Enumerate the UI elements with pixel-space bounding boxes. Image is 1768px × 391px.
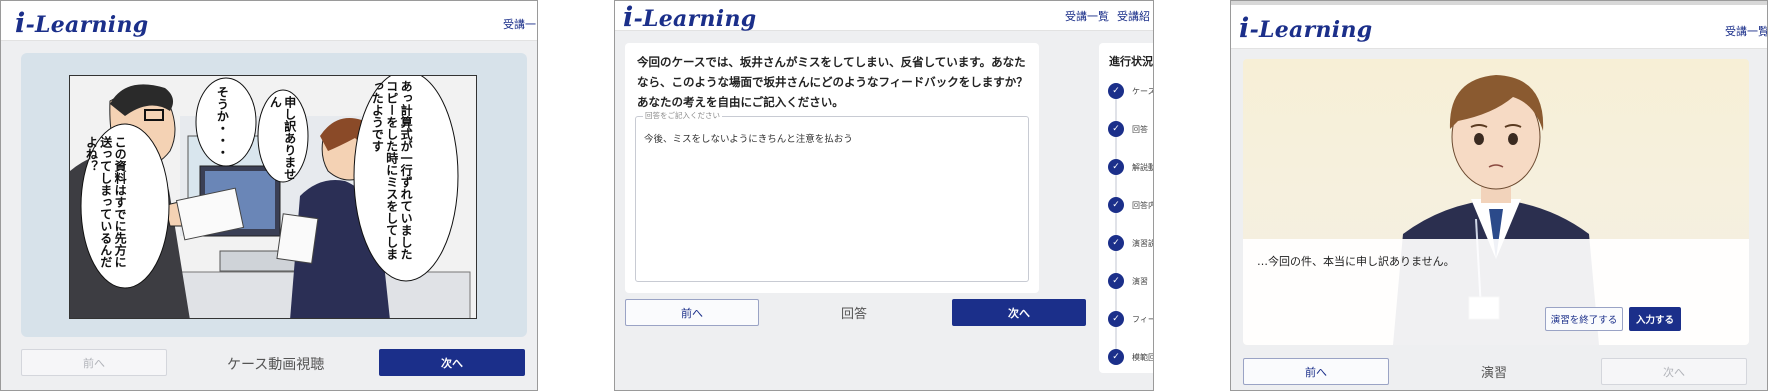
answer-value: 今後、ミスをしないようにきちんと注意を払おう: [644, 134, 853, 145]
speech-bubble: 申し訳ありません: [268, 96, 297, 180]
logo-mark: i: [15, 8, 26, 39]
step-label: ケース動画視聴: [227, 357, 325, 373]
prev-button[interactable]: 前へ: [1243, 358, 1389, 385]
next-button[interactable]: 次へ: [1601, 358, 1747, 385]
logo-text: -Learning: [1249, 17, 1373, 43]
logo[interactable]: i-Learning: [623, 2, 756, 33]
next-button[interactable]: 次へ: [379, 349, 525, 376]
speech-bubble: この資料はすでに先方に送ってしまっているんだよね？: [84, 136, 128, 268]
check-icon: ✓: [1108, 349, 1124, 365]
logo[interactable]: i-Learning: [1239, 13, 1372, 44]
header: i-Learning 受講一覧: [1231, 1, 1767, 49]
next-button[interactable]: 次へ: [952, 299, 1086, 326]
logo[interactable]: i-Learning: [15, 8, 148, 39]
check-icon: ✓: [1108, 83, 1124, 99]
nav-course-intro[interactable]: 受講紹: [1117, 8, 1150, 24]
header: i-Learning 受講一: [1, 1, 537, 41]
question-card: 今回のケースでは、坂井さんがミスをしてしまい、反省しています。あなたなら、このよ…: [625, 43, 1039, 293]
nav-course-list[interactable]: 受講一覧: [1065, 8, 1109, 24]
check-icon: ✓: [1108, 311, 1124, 327]
screen-answer: i-Learning 受講一覧 受講紹 今回のケースでは、坂井さんがミスをしてし…: [614, 0, 1154, 391]
screen-exercise: i-Learning 受講一覧 …今回の件、本当に申し訳ありません。 演習を終了…: [1230, 0, 1768, 391]
progress-item: ✓ 回答: [1108, 121, 1148, 137]
logo-mark: i: [1239, 13, 1250, 44]
question-text: 今回のケースでは、坂井さんがミスをしてしまい、反省しています。あなたなら、このよ…: [637, 55, 1028, 109]
video-area[interactable]: あっ計算式が一行ずれていましたコピーをした時にミスをしてしまったようです 申し訳…: [21, 53, 527, 337]
prev-button[interactable]: 前へ: [625, 299, 759, 326]
nav-course-list[interactable]: 受講一: [503, 16, 536, 32]
input-button[interactable]: 入力する: [1629, 307, 1681, 331]
step-label: 回答: [841, 307, 868, 322]
step-label: 演習: [1481, 366, 1508, 381]
end-exercise-button[interactable]: 演習を終了する: [1545, 307, 1623, 331]
screen-case-video: i-Learning 受講一 あっ計算式が一行ずれていましたコピーをした時にミス…: [0, 0, 538, 391]
top-strip: [1231, 1, 1767, 5]
progress-item: ✓ 模範回: [1108, 349, 1153, 365]
exercise-scene: …今回の件、本当に申し訳ありません。 演習を終了する 入力する: [1243, 59, 1749, 345]
prev-button[interactable]: 前へ: [21, 349, 167, 376]
progress-item: ✓ 演習: [1108, 273, 1148, 289]
speech-bubble: あっ計算式が一行ずれていましたコピーをした時にミスをしてしまったようです: [370, 80, 414, 260]
progress-title: 進行状況: [1109, 55, 1153, 68]
answer-label: 回答をご記入ください: [643, 110, 722, 121]
logo-text: -Learning: [633, 6, 757, 32]
speech-bubble: そうか・・・: [215, 86, 230, 158]
check-icon: ✓: [1108, 121, 1124, 137]
progress-item: ✓ フィー: [1108, 311, 1153, 327]
nav-course-list[interactable]: 受講一覧: [1725, 23, 1767, 39]
check-icon: ✓: [1108, 197, 1124, 213]
check-icon: ✓: [1108, 159, 1124, 175]
progress-panel: 進行状況 ✓ ケース ✓ 回答 ✓ 解説動 ✓ 回答内 ✓ 演習説 ✓ 演習 ✓ フィー ✓ 模…: [1099, 43, 1153, 373]
check-icon: ✓: [1108, 273, 1124, 289]
check-icon: ✓: [1108, 235, 1124, 251]
progress-item: ✓ 回答内: [1108, 197, 1153, 213]
dialog-text: …今回の件、本当に申し訳ありません。: [1257, 255, 1455, 268]
header: i-Learning 受講一覧 受講紹: [615, 1, 1153, 33]
dialog-box: …今回の件、本当に申し訳ありません。 演習を終了する 入力する: [1243, 239, 1749, 345]
logo-mark: i: [623, 2, 634, 33]
progress-item: ✓ ケース: [1108, 83, 1153, 99]
logo-text: -Learning: [25, 12, 149, 38]
progress-item: ✓ 演習説: [1108, 235, 1153, 251]
answer-textarea[interactable]: 回答をご記入ください 今後、ミスをしないようにきちんと注意を払おう: [635, 110, 1029, 282]
progress-item: ✓ 解説動: [1108, 159, 1153, 175]
manga-image: あっ計算式が一行ずれていましたコピーをした時にミスをしてしまったようです 申し訳…: [69, 75, 477, 319]
